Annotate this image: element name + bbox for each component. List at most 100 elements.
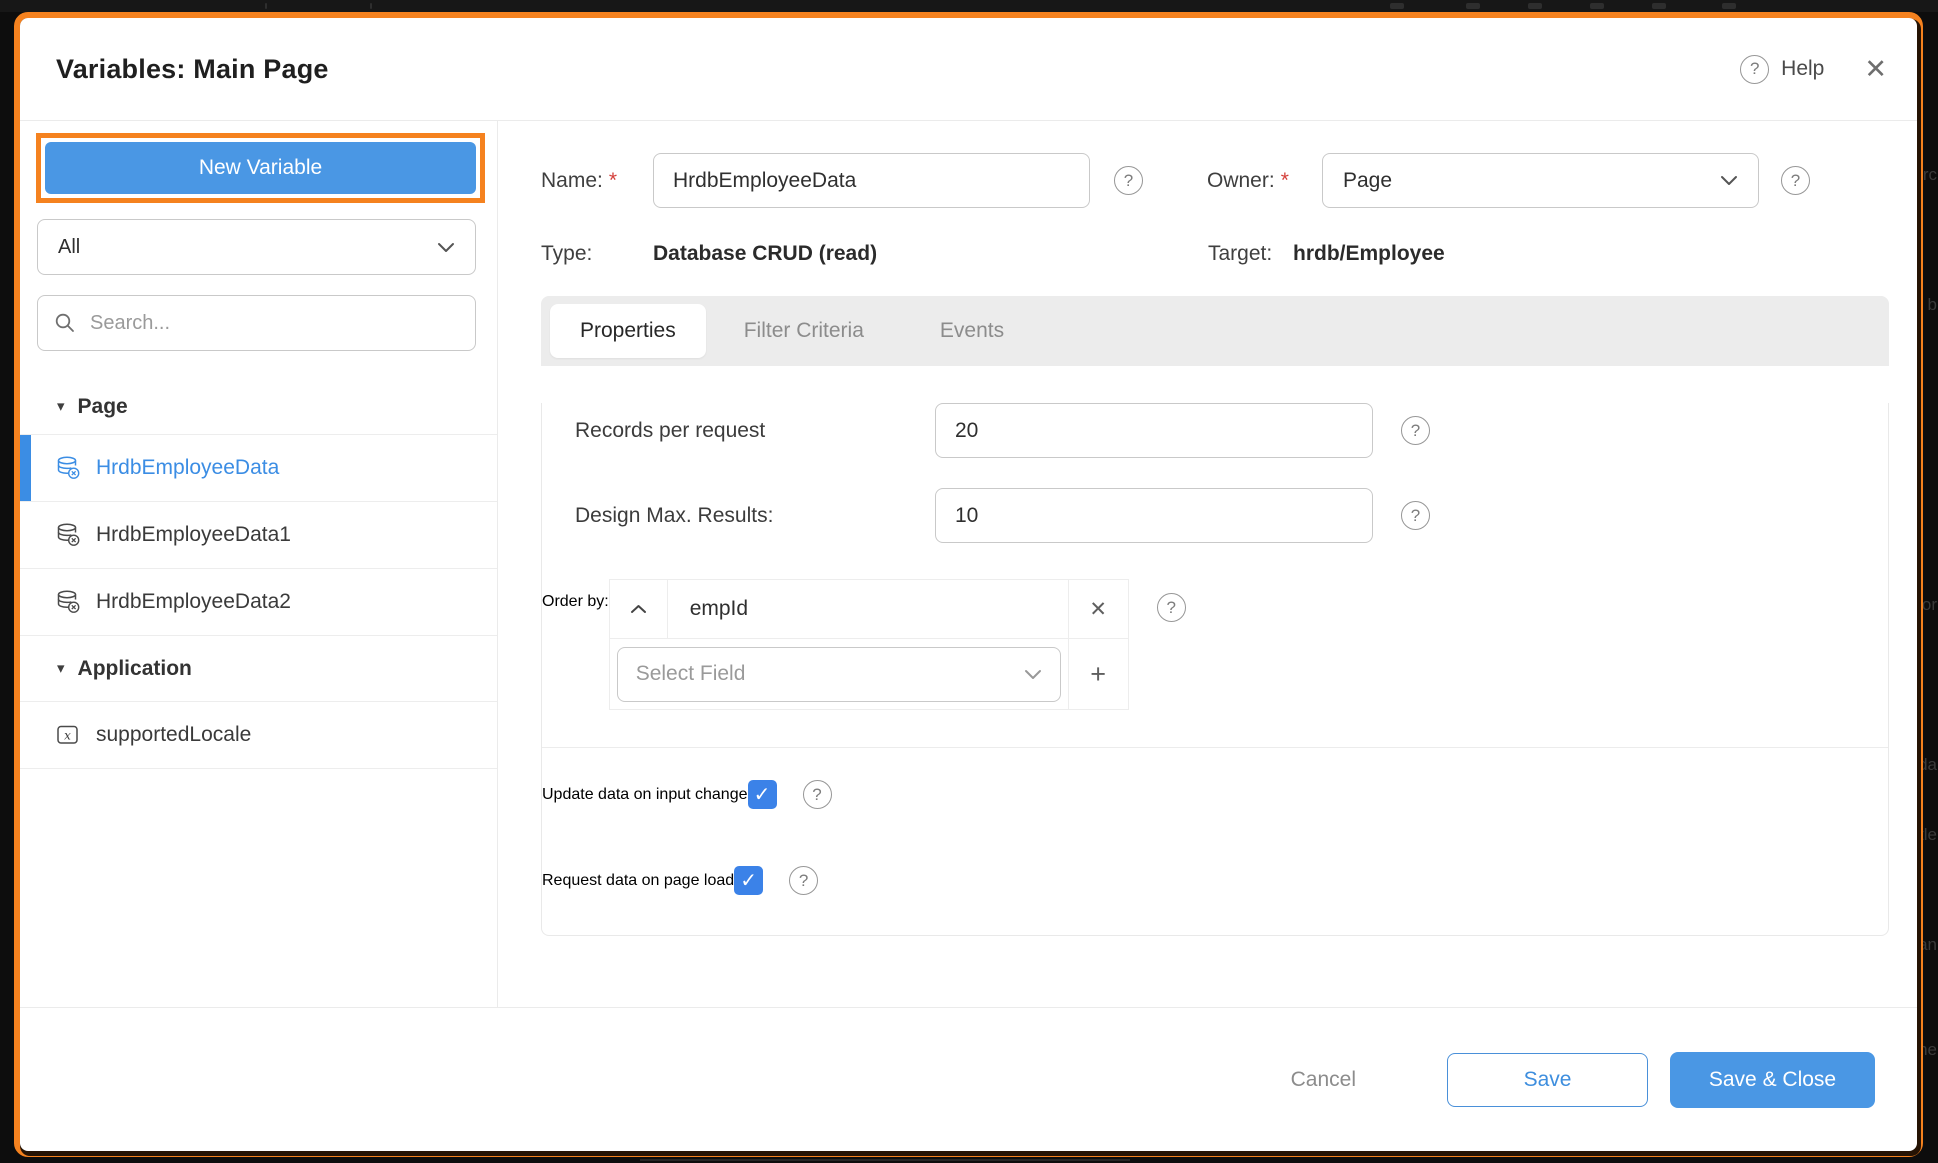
name-owner-row: Name: * ? Owner: * Page ? <box>541 153 1917 208</box>
sidebar-item-label: supportedLocale <box>96 723 251 747</box>
sidebar-item-hrdbemployeedata2[interactable]: HrdbEmployeeData2 <box>20 569 497 636</box>
sidebar-item-label: HrdbEmployeeData2 <box>96 590 291 614</box>
database-variable-icon <box>55 455 81 481</box>
new-variable-highlight-box: New Variable <box>36 133 485 203</box>
sidebar-item-label: HrdbEmployeeData1 <box>96 523 291 547</box>
dialog-footer: Cancel Save Save & Close <box>20 1008 1917 1151</box>
toolbar-icon <box>1652 3 1666 9</box>
svg-text:x: x <box>64 728 71 742</box>
owner-label-wrap: Owner: * <box>1207 169 1307 193</box>
simple-variable-icon: x <box>55 722 81 748</box>
owner-help-icon[interactable]: ? <box>1781 166 1810 195</box>
select-field-wrap: Select Field <box>610 639 1068 709</box>
variables-dialog-inner: Variables: Main Page ? Help ✕ New Variab… <box>20 18 1917 1151</box>
caret-down-icon: ▾ <box>57 399 65 414</box>
request-data-label: Request data on page load <box>542 872 734 890</box>
design-max-results-input[interactable] <box>935 488 1373 543</box>
design-help-icon[interactable]: ? <box>1401 501 1430 530</box>
type-target-row: Type: Database CRUD (read) Target: hrdb/… <box>541 242 1917 266</box>
variable-detail-pane: Name: * ? Owner: * Page ? <box>498 121 1917 1007</box>
background-fragment: rc <box>1923 165 1937 185</box>
target-group: Target: hrdb/Employee <box>1208 242 1445 266</box>
dialog-body: New Variable All ▾ Page HrdbE <box>20 121 1917 1007</box>
variable-type-filter-value: All <box>58 236 80 259</box>
dialog-header: Variables: Main Page ? Help ✕ <box>20 18 1917 120</box>
variables-sidebar: New Variable All ▾ Page HrdbE <box>20 121 498 1007</box>
records-per-request-row: Records per request ? <box>542 403 1888 458</box>
sidebar-item-label: HrdbEmployeeData <box>96 456 279 480</box>
close-icon[interactable]: ✕ <box>1864 56 1887 83</box>
save-button[interactable]: Save <box>1447 1053 1648 1107</box>
section-header-application[interactable]: ▾ Application <box>20 636 497 702</box>
owner-label: Owner: <box>1207 169 1275 193</box>
properties-panel: Records per request ? Design Max. Result… <box>541 403 1889 936</box>
select-field-dropdown[interactable]: Select Field <box>617 647 1061 702</box>
name-help-icon[interactable]: ? <box>1114 166 1143 195</box>
toolbar-icon <box>1466 3 1480 9</box>
variable-search-input[interactable] <box>88 311 459 336</box>
owner-dropdown[interactable]: Page <box>1322 153 1759 208</box>
tab-filter-criteria[interactable]: Filter Criteria <box>706 304 902 358</box>
help-button[interactable]: ? Help <box>1740 55 1824 84</box>
request-data-row: Request data on page load ✓ ? <box>542 866 1888 895</box>
save-and-close-button[interactable]: Save & Close <box>1670 1052 1875 1108</box>
background-fragment: or <box>1922 595 1937 615</box>
records-help-icon[interactable]: ? <box>1401 416 1430 445</box>
name-label-wrap: Name: * <box>541 169 653 193</box>
order-by-help-icon[interactable]: ? <box>1157 593 1186 622</box>
toolbar-icon <box>1528 3 1542 9</box>
dialog-title: Variables: Main Page <box>56 54 329 85</box>
records-per-request-input[interactable] <box>935 403 1373 458</box>
remove-order-field-button[interactable]: ✕ <box>1068 580 1128 638</box>
toolbar-icon <box>1390 3 1404 9</box>
database-variable-icon <box>55 522 81 548</box>
toolbar-icon <box>1722 3 1736 9</box>
chevron-down-icon <box>1024 669 1042 680</box>
tab-properties[interactable]: Properties <box>550 304 706 358</box>
records-per-request-label: Records per request <box>542 419 935 443</box>
update-data-row: Update data on input change ✓ ? <box>542 780 1888 809</box>
name-input[interactable] <box>653 153 1090 208</box>
search-icon <box>54 312 76 334</box>
chevron-up-icon <box>630 604 647 614</box>
caret-down-icon: ▾ <box>57 661 65 676</box>
section-label: Page <box>78 395 128 419</box>
sort-direction-button[interactable] <box>610 580 668 638</box>
variable-type-filter-dropdown[interactable]: All <box>37 219 476 275</box>
help-label[interactable]: Help <box>1781 57 1824 81</box>
update-data-help-icon[interactable]: ? <box>803 780 832 809</box>
order-by-row: Order by: empId ✕ <box>542 579 1888 710</box>
variables-dialog: Variables: Main Page ? Help ✕ New Variab… <box>14 12 1923 1157</box>
order-by-add-row: Select Field + <box>610 639 1128 709</box>
required-asterisk: * <box>1281 169 1289 193</box>
select-field-placeholder: Select Field <box>636 662 746 686</box>
order-by-label: Order by: <box>542 593 609 611</box>
background-toolbar <box>0 0 1938 12</box>
section-label: Application <box>78 657 192 681</box>
sidebar-item-supportedlocale[interactable]: x supportedLocale <box>20 702 497 769</box>
variable-search[interactable] <box>37 295 476 351</box>
sidebar-item-hrdbemployeedata1[interactable]: HrdbEmployeeData1 <box>20 502 497 569</box>
tab-bar: Properties Filter Criteria Events <box>541 296 1889 366</box>
order-field-value[interactable]: empId <box>668 580 1068 638</box>
cancel-button[interactable]: Cancel <box>1285 1067 1362 1093</box>
type-label: Type: <box>541 242 653 266</box>
section-header-page[interactable]: ▾ Page <box>20 379 497 435</box>
chevron-down-icon <box>437 242 455 253</box>
toolbar-separator <box>370 3 372 9</box>
help-question-icon[interactable]: ? <box>1740 55 1769 84</box>
check-icon: ✓ <box>754 782 771 807</box>
request-data-checkbox[interactable]: ✓ <box>734 866 763 895</box>
owner-value: Page <box>1343 169 1392 193</box>
required-asterisk: * <box>609 169 617 193</box>
add-order-field-button[interactable]: + <box>1068 639 1128 709</box>
design-max-results-label: Design Max. Results: <box>542 504 935 528</box>
type-value: Database CRUD (read) <box>653 242 877 266</box>
new-variable-button[interactable]: New Variable <box>45 142 476 194</box>
order-by-entry: empId ✕ <box>610 580 1128 639</box>
order-by-grid: empId ✕ Select Field <box>609 579 1129 710</box>
tab-events[interactable]: Events <box>902 304 1042 358</box>
request-data-help-icon[interactable]: ? <box>789 866 818 895</box>
sidebar-item-hrdbemployeedata[interactable]: HrdbEmployeeData <box>20 435 497 502</box>
update-data-checkbox[interactable]: ✓ <box>748 780 777 809</box>
